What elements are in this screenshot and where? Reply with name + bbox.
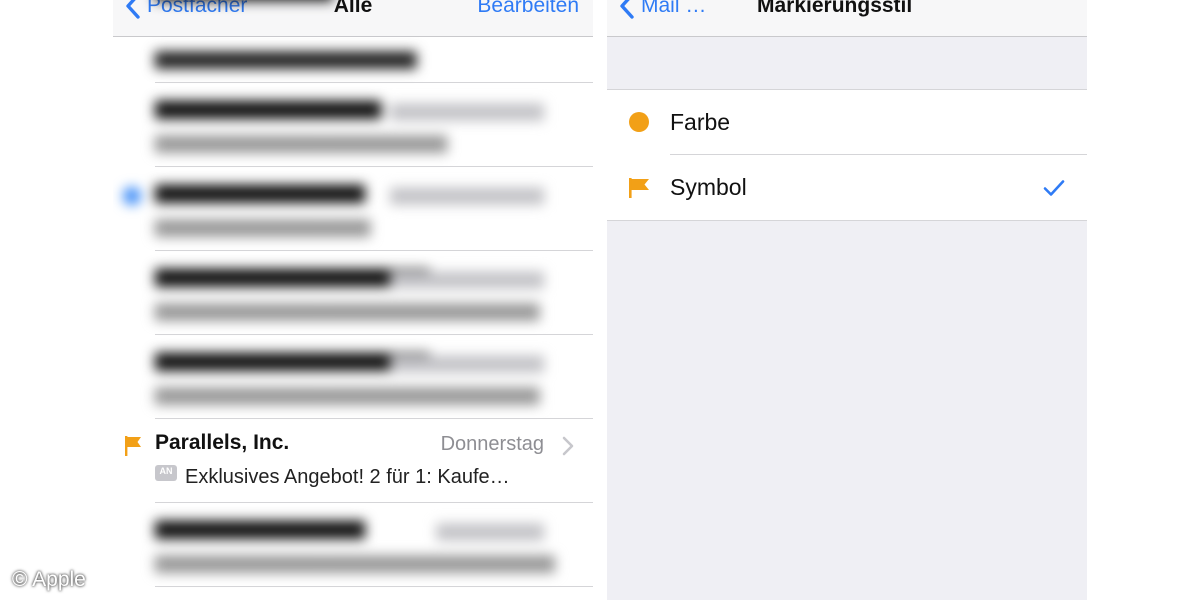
snippet-placeholder: ▆▆▆▆▆▆▆▆▆▆▆▆▆▆▆▆▆▆▆▆▆▆▆▆▆ — [155, 299, 540, 321]
badge-label: AN — [159, 466, 173, 476]
flag-icon — [125, 436, 141, 456]
mail-row-blurred[interactable]: ▆▆▆▆▆▆▆▆▆▆▆▆▆▆▆▆▆ ▆▆▆▆▆▆▆▆▆▆ ▆▆▆▆▆▆▆▆▆▆▆… — [113, 251, 593, 335]
sender-placeholder: ▆▆▆▆▆▆▆▆▆▆▆▆▆▆▆▆▆ — [155, 264, 430, 287]
mail-row-parallels[interactable]: Parallels, Inc. Donnerstag AN Exklusives … — [113, 419, 593, 503]
settings-nav-bar: Mail … Markierungsstil — [607, 0, 1087, 37]
option-label: Symbol — [670, 174, 747, 200]
mail-snippet: AN Exklusives Angebot! 2 für 1: Kaufe… — [155, 465, 510, 489]
snippet-placeholder: ▆▆▆▆▆▆▆▆▆▆▆▆▆▆▆▆▆▆▆▆▆▆▆▆▆ — [155, 383, 540, 405]
sender-placeholder: ▆▆▆▆▆▆▆▆▆▆▆▆▆ — [155, 180, 365, 203]
date-placeholder: ▆▆▆▆▆▆▆▆▆▆ — [390, 99, 544, 121]
sender-placeholder: ▆▆▆▆▆▆▆▆▆▆▆ — [155, 0, 333, 2]
mail-list-pane: Postfächer Alle Bearbeiten ▆▆▆▆▆▆▆▆▆▆▆ ▆… — [113, 0, 593, 600]
flag-style-options: Farbe Symbol — [607, 89, 1087, 221]
attachment-badge: AN — [155, 465, 177, 481]
back-label: Mail … — [641, 0, 707, 17]
chevron-left-icon — [620, 0, 634, 19]
snippet-placeholder: ▆▆▆▆▆▆▆▆▆▆▆▆▆▆▆▆▆▆▆▆▆▆▆▆▆▆ — [155, 551, 555, 573]
settings-title: Markierungsstil — [757, 0, 913, 17]
flag-icon — [629, 178, 649, 198]
row-separator — [155, 586, 593, 587]
option-color[interactable]: Farbe — [607, 90, 1087, 155]
date-placeholder: ▆▆▆▆▆▆▆▆▆▆ — [390, 183, 544, 205]
mail-row-blurred-unread[interactable]: ▆▆▆▆▆▆▆▆▆▆▆▆▆ ▆▆▆▆▆▆▆▆▆▆ ▆▆▆▆▆▆▆▆▆▆▆▆▆▆ — [113, 167, 593, 251]
sender-placeholder: ▆▆▆▆▆▆▆▆▆▆▆▆▆▆▆▆▆ — [155, 348, 430, 371]
snippet-placeholder: ▆▆▆▆▆▆▆▆▆▆▆▆▆▆▆▆▆ — [155, 47, 417, 69]
chevron-right-icon — [562, 436, 574, 456]
mail-row-blurred[interactable]: ▆▆▆▆▆▆▆▆▆▆▆▆▆ ▆▆▆▆▆▆▆ ▆▆▆▆▆▆▆▆▆▆▆▆▆▆▆▆▆▆… — [113, 503, 593, 587]
option-symbol[interactable]: Symbol — [607, 155, 1087, 220]
snippet-text: Exklusives Angebot! 2 für 1: Kaufe… — [185, 466, 510, 488]
sender-placeholder: ▆▆▆▆▆▆▆▆▆▆▆▆▆▆ — [155, 96, 382, 119]
unread-dot-icon — [123, 187, 141, 205]
date-placeholder: ▆▆▆▆▆▆▆ — [436, 519, 544, 541]
sender-name: Parallels, Inc. — [155, 431, 290, 454]
mail-row-blurred[interactable]: ▆▆▆▆▆▆▆▆▆▆▆▆▆▆ ▆▆▆▆▆▆▆▆▆▆ ▆▆▆▆▆▆▆▆▆▆▆▆▆▆… — [113, 83, 593, 167]
back-to-mail-button[interactable]: Mail … — [617, 0, 706, 21]
copyright-watermark: © Apple — [12, 568, 86, 591]
checkmark-icon — [1043, 180, 1065, 196]
date-placeholder: ▆▆▆▆▆▆▆▆▆▆ — [390, 351, 544, 373]
option-label: Farbe — [670, 109, 731, 135]
settings-pane: Mail … Markierungsstil Farbe Symbol — [607, 0, 1087, 600]
orange-dot-icon — [629, 112, 649, 132]
sender-placeholder: ▆▆▆▆▆▆▆▆▆▆▆▆▆ — [155, 516, 365, 539]
mail-row-blurred[interactable]: ▆▆▆▆▆▆▆▆▆▆▆▆▆▆▆▆▆ ▆▆▆▆▆▆▆▆▆▆ ▆▆▆▆▆▆▆▆▆▆▆… — [113, 335, 593, 419]
mail-row-blurred[interactable]: ▆▆▆▆▆▆▆▆▆▆▆ ▆▆▆▆▆▆▆▆▆▆▆▆▆▆▆▆▆ — [113, 0, 593, 83]
snippet-placeholder: ▆▆▆▆▆▆▆▆▆▆▆▆▆▆▆▆▆▆▆ — [155, 131, 448, 153]
date-placeholder: ▆▆▆▆▆▆▆▆▆▆ — [390, 267, 544, 289]
mail-date: Donnerstag — [440, 433, 544, 455]
snippet-placeholder: ▆▆▆▆▆▆▆▆▆▆▆▆▆▆ — [155, 215, 371, 237]
